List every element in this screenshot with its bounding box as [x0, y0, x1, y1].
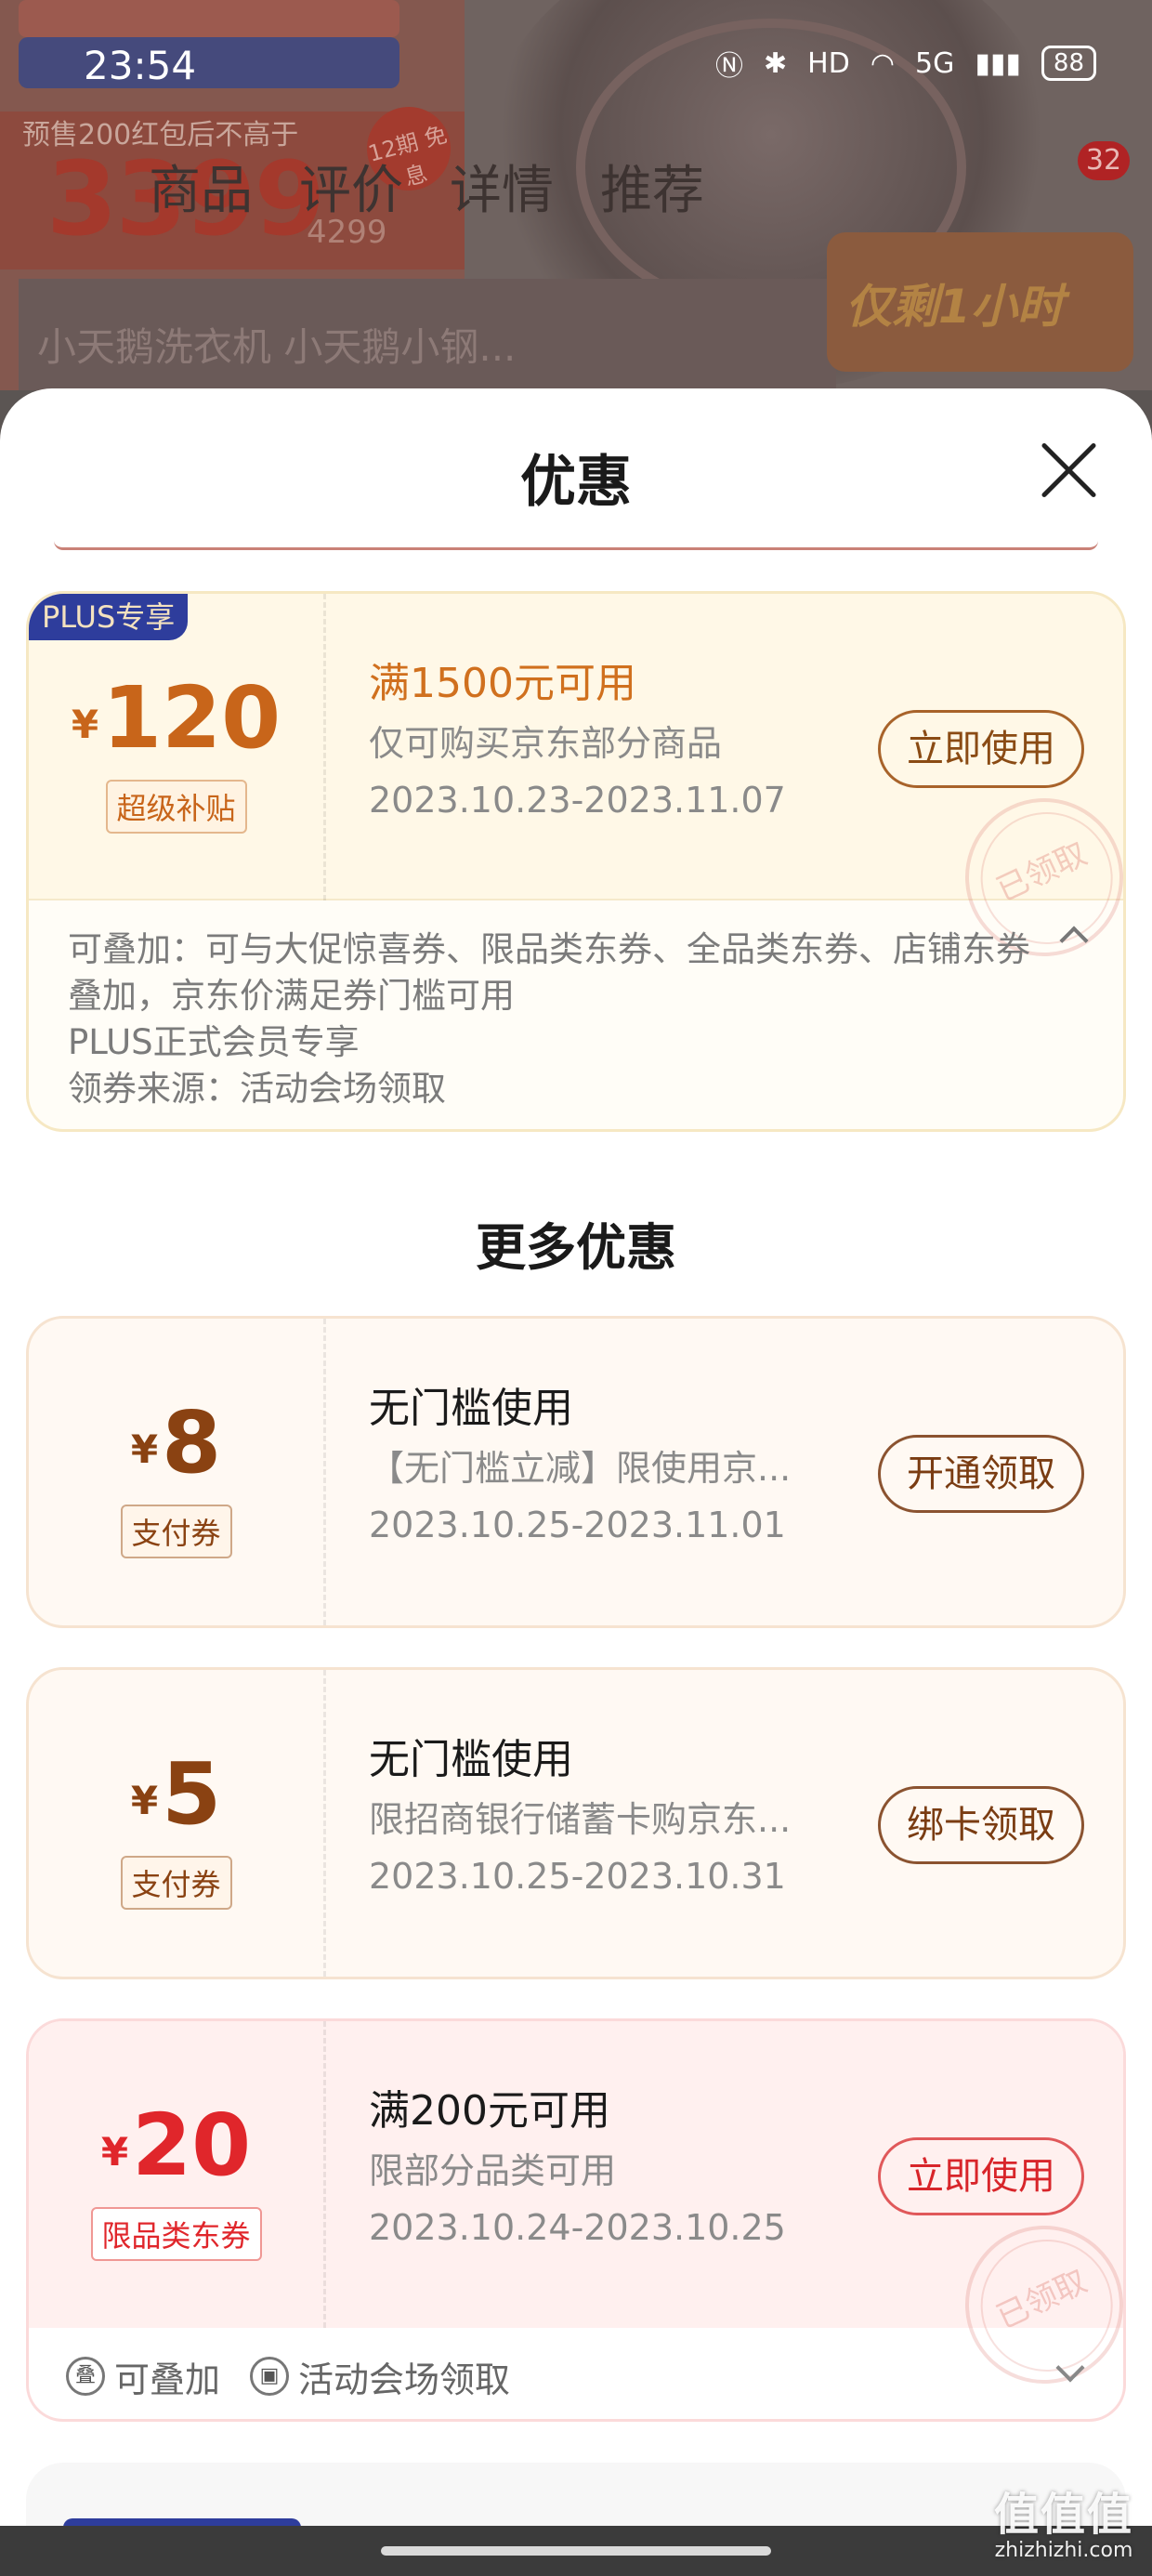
coupon-desc: 仅可购买京东部分商品 [369, 723, 723, 764]
coupon-title: 满1500元可用 [369, 660, 636, 707]
close-button[interactable] [1035, 437, 1102, 504]
watermark-logo: 值值值 [993, 2489, 1133, 2541]
coupon-date: 2023.10.25-2023.10.31 [369, 1856, 786, 1897]
coupon-main: ¥8 支付券 无门槛使用 【无门槛立减】限使用京... 2023.10.25-2… [29, 1319, 1123, 1625]
watermark-url: zhizhizhi.com [994, 2539, 1133, 2562]
coupon-card-pay-8: ¥8 支付券 无门槛使用 【无门槛立减】限使用京... 2023.10.25-2… [26, 1316, 1126, 1628]
coupon-desc: 【无门槛立减】限使用京... [369, 1448, 792, 1489]
coupon-type-label: 支付券 [120, 1505, 232, 1558]
coupon-amount-col: ¥5 支付券 [29, 1670, 326, 1977]
coupon-type-label: 限品类东券 [90, 2207, 262, 2261]
coupon-amount-col: ¥8 支付券 [29, 1319, 326, 1625]
coupon-footer: 叠 可叠加 ▣ 活动会场领取 [29, 2330, 1123, 2419]
currency-symbol: ¥ [100, 2129, 129, 2175]
stackable-text: 可叠加 [114, 2359, 221, 2400]
signal-icon: 5G [915, 46, 955, 80]
coupon-sheet: 优惠 PLUS专享 ¥120 超级补贴 满1500元可用 仅可购买京东部分商品 … [0, 388, 1152, 2526]
use-now-button[interactable]: 立即使用 [878, 2137, 1084, 2215]
tab-reviews[interactable]: 评价 [299, 149, 403, 224]
stack-icon: 叠 [66, 2357, 105, 2396]
product-tabs: 商品 评价 详情 推荐 [149, 149, 704, 224]
previous-card-edge [54, 541, 1098, 550]
signal-icon-2: ▮▮▮ [975, 46, 1021, 80]
nfc-icon: Ⓝ [715, 50, 744, 83]
coupon-date: 2023.10.23-2023.11.07 [369, 780, 786, 821]
tab-details[interactable]: 详情 [450, 149, 554, 224]
watermark: 值值值 zhizhizhi.com [994, 2491, 1133, 2563]
bluetooth-icon: ✱ [764, 46, 788, 80]
coupon-type-label: 超级补贴 [105, 780, 247, 834]
amount-value: 20 [132, 2096, 252, 2195]
coupon-date: 2023.10.25-2023.11.01 [369, 1505, 786, 1545]
chevron-down-icon[interactable] [1055, 2353, 1085, 2383]
cart-count-badge: 32 [1078, 141, 1130, 180]
coupon-main: PLUS专享 ¥120 超级补贴 满1500元可用 仅可购买京东部分商品 202… [29, 594, 1123, 982]
stackable-tag: 叠 可叠加 [66, 2351, 220, 2402]
amount-value: 120 [102, 668, 281, 768]
coupon-date: 2023.10.24-2023.10.25 [369, 2207, 786, 2248]
plus-badge: PLUS专享 [29, 594, 189, 640]
navigation-bar [0, 2526, 1152, 2576]
coupon-amount: ¥5 [29, 1744, 323, 1844]
coupon-amount: ¥20 [29, 2096, 323, 2195]
hd-icon: HD [807, 46, 850, 80]
currency-symbol: ¥ [130, 1778, 159, 1823]
product-row-text: 小天鹅洗衣机 小天鹅小钢... [37, 324, 517, 370]
coupon-card-category: ¥20 限品类东券 满200元可用 限部分品类可用 2023.10.24-202… [26, 2018, 1126, 2422]
promo-text: 仅剩1小时 [845, 280, 1064, 334]
bind-card-claim-button[interactable]: 绑卡领取 [878, 1786, 1084, 1864]
status-time: 23:54 [84, 43, 197, 88]
coupon-type-label: 支付券 [120, 1856, 232, 1910]
coupon-card-partial [26, 2463, 1126, 2526]
ticket-icon: ▣ [250, 2357, 290, 2396]
coupon-main: ¥5 支付券 无门槛使用 限招商银行储蓄卡购京东... 2023.10.25-2… [29, 1670, 1123, 1977]
currency-symbol: ¥ [130, 1426, 159, 1472]
coupon-title: 无门槛使用 [369, 1385, 573, 1432]
stack-rule-text: 可叠加：可与大促惊喜券、限品类东券、全品类东券、店铺东券叠加，京东价满足券门槛可… [68, 929, 1030, 1016]
wifi-icon: ◠ [870, 46, 896, 80]
coupon-desc: 限招商银行储蓄卡购京东... [369, 1799, 792, 1840]
sheet-header: 优惠 [0, 388, 1152, 550]
source-tag: ▣ 活动会场领取 [250, 2351, 510, 2402]
coupon-amount: ¥120 [29, 668, 323, 768]
amount-value: 8 [162, 1393, 222, 1492]
coupon-extra-info: 可叠加：可与大促惊喜券、限品类东券、全品类东券、店铺东券叠加，京东价满足券门槛可… [68, 927, 1030, 1112]
status-bar: 23:54 Ⓝ ✱ HD ◠ 5G ▮▮▮ 88 [0, 0, 1152, 139]
coupon-desc: 限部分品类可用 [369, 2150, 617, 2191]
coupon-title: 无门槛使用 [369, 1736, 573, 1783]
home-indicator[interactable] [381, 2546, 771, 2556]
source-text: 领券来源：活动会场领取 [68, 1069, 446, 1109]
tab-product[interactable]: 商品 [149, 149, 253, 224]
coupon-card-pay-5: ¥5 支付券 无门槛使用 限招商银行储蓄卡购京东... 2023.10.25-2… [26, 1667, 1126, 1979]
use-now-button[interactable]: 立即使用 [878, 710, 1084, 788]
coupon-amount-col: ¥20 限品类东券 [29, 2021, 326, 2328]
partial-badge [63, 2518, 301, 2526]
coupon-amount: ¥8 [29, 1393, 323, 1492]
member-only-text: PLUS正式会员专享 [68, 1022, 360, 1062]
battery-icon: 88 [1041, 46, 1096, 81]
coupon-main: ¥20 限品类东券 满200元可用 限部分品类可用 2023.10.24-202… [29, 2021, 1123, 2410]
sheet-title: 优惠 [520, 450, 632, 515]
coupon-title: 满200元可用 [369, 2087, 610, 2135]
coupon-card-plus: PLUS专享 ¥120 超级补贴 满1500元可用 仅可购买京东部分商品 202… [26, 591, 1126, 1132]
section-title: 更多优惠 [476, 1218, 676, 1277]
currency-symbol: ¥ [71, 702, 99, 747]
status-icons: Ⓝ ✱ HD ◠ 5G ▮▮▮ 88 [715, 43, 1096, 84]
source-text: 活动会场领取 [298, 2359, 511, 2400]
activate-claim-button[interactable]: 开通领取 [878, 1435, 1084, 1513]
tab-recommend[interactable]: 推荐 [600, 149, 704, 224]
amount-value: 5 [162, 1744, 222, 1844]
